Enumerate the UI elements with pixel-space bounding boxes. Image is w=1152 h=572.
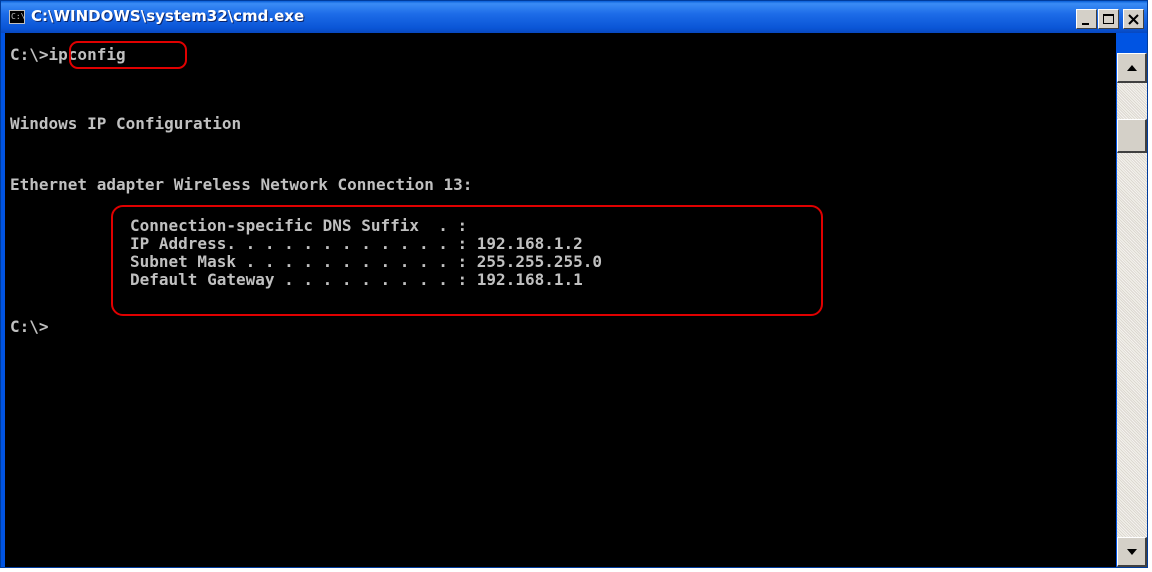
scroll-thumb[interactable] bbox=[1117, 119, 1147, 153]
maximize-icon bbox=[1103, 14, 1114, 24]
scroll-down-icon bbox=[1127, 549, 1137, 555]
minimize-icon bbox=[1082, 23, 1089, 25]
close-icon bbox=[1128, 14, 1139, 25]
config-heading: Windows IP Configuration bbox=[10, 114, 242, 133]
app-icon-label: C:\ bbox=[11, 12, 26, 21]
scroll-up-button[interactable] bbox=[1117, 53, 1147, 83]
minimize-button[interactable] bbox=[1076, 9, 1097, 29]
adapter-heading: Ethernet adapter Wireless Network Connec… bbox=[10, 175, 473, 194]
maximize-button[interactable] bbox=[1098, 9, 1119, 29]
window-title: C:\WINDOWS\system32\cmd.exe bbox=[31, 7, 305, 25]
final-prompt: C:\> bbox=[10, 317, 49, 336]
console-output[interactable]: C:\>ipconfig Windows IP Configuration Et… bbox=[5, 33, 1116, 567]
details-highlight bbox=[111, 205, 823, 316]
vertical-scrollbar[interactable] bbox=[1117, 53, 1147, 567]
command-highlight bbox=[69, 41, 187, 69]
scroll-up-icon bbox=[1127, 65, 1137, 71]
app-icon[interactable]: C:\ bbox=[9, 10, 25, 24]
prompt-text: C:\> bbox=[10, 45, 49, 64]
scroll-down-button[interactable] bbox=[1117, 537, 1147, 567]
title-bar[interactable]: C:\ C:\WINDOWS\system32\cmd.exe bbox=[1, 1, 1147, 33]
close-button[interactable] bbox=[1123, 9, 1144, 29]
cmd-window: C:\ C:\WINDOWS\system32\cmd.exe C:\>ipco… bbox=[0, 0, 1148, 568]
